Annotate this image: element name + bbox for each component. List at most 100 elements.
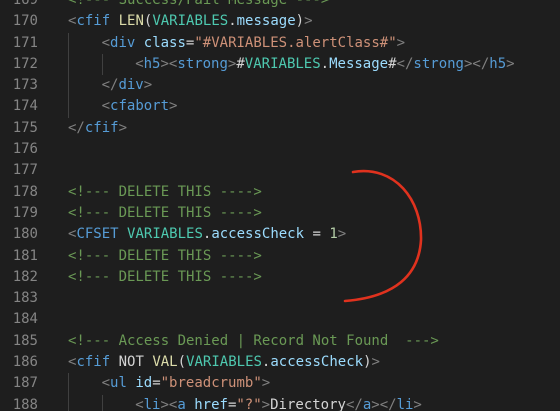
code-text[interactable]: <!--- Access Denied | Record Not Found -… xyxy=(68,331,439,352)
code-token: NOT xyxy=(118,354,144,371)
line-number: 184 xyxy=(12,311,38,328)
code-token: "#VARIABLES.alertClass#" xyxy=(194,34,397,51)
code-token: li xyxy=(396,396,414,411)
code-token: >< xyxy=(160,396,178,411)
line-number: 171 xyxy=(12,34,38,51)
indent-guide xyxy=(68,32,69,54)
code-token: message xyxy=(236,13,296,30)
code-token: </ xyxy=(101,77,119,94)
line-number: 177 xyxy=(12,162,38,179)
code-line[interactable]: 184 xyxy=(0,309,560,330)
code-token: = xyxy=(304,226,330,243)
code-line[interactable]: 171 <div class="#VARIABLES.alertClass#"> xyxy=(0,32,560,54)
code-token: ) xyxy=(363,354,372,371)
code-text[interactable]: <h5><strong>#VARIABLES.Message#</strong>… xyxy=(135,54,514,75)
code-token: > xyxy=(396,34,406,51)
code-text[interactable]: <!--- DELETE THIS ----> xyxy=(68,246,262,267)
code-line[interactable]: 182 <!--- DELETE THIS ----> xyxy=(0,267,560,288)
code-line[interactable]: 188 <li><a href="?">Directory</a></li> xyxy=(0,394,560,411)
code-token: . xyxy=(228,13,237,30)
line-number: 180 xyxy=(12,226,38,243)
code-token: Directory xyxy=(270,396,346,411)
code-line[interactable]: 183 xyxy=(0,288,560,309)
code-token: li xyxy=(143,396,161,411)
code-token: <!--- DELETE THIS ----> xyxy=(68,247,262,264)
code-text[interactable]: </cfif> xyxy=(68,118,127,139)
indent-guide xyxy=(68,75,69,97)
code-line[interactable]: 172 <h5><strong>#VARIABLES.Message#</stro… xyxy=(0,53,560,76)
code-line[interactable]: 169 <!--- Success/Fail Message ---> xyxy=(0,0,560,11)
line-number: 185 xyxy=(12,332,38,349)
line-number: 176 xyxy=(12,141,38,158)
code-line[interactable]: 176 xyxy=(0,139,560,160)
code-text[interactable]: <!--- Success/Fail Message ---> xyxy=(68,0,329,11)
code-text[interactable]: <CFSET VARIABLES.accessCheck = 1> xyxy=(68,224,346,245)
code-token: VARIABLES xyxy=(244,55,321,72)
code-line[interactable]: 181 <!--- DELETE THIS ----> xyxy=(0,246,560,267)
code-token: < xyxy=(135,55,144,72)
code-line[interactable]: 179 <!--- DELETE THIS ----> xyxy=(0,203,560,224)
code-token: >< xyxy=(160,55,178,72)
code-text[interactable]: <cfif LEN(VARIABLES.message)> xyxy=(68,11,313,32)
line-number: 173 xyxy=(12,77,38,94)
code-line[interactable]: 178 <!--- DELETE THIS ----> xyxy=(0,182,560,203)
code-token: strong xyxy=(413,55,464,72)
code-token: > xyxy=(304,13,313,30)
line-number: 179 xyxy=(12,204,38,221)
code-token: > xyxy=(118,119,128,136)
code-token: div xyxy=(118,77,144,94)
code-token: accessCheck xyxy=(211,226,305,243)
code-token: cfif xyxy=(84,119,119,136)
code-text[interactable]: <ul id="breadcrumb"> xyxy=(102,373,271,394)
code-text[interactable]: <!--- DELETE THIS ----> xyxy=(68,267,262,288)
code-lines[interactable]: 169 <!--- Success/Fail Message ---> 170 <cf… xyxy=(0,0,560,411)
code-token: CFSET xyxy=(76,226,119,243)
code-text[interactable]: <div class="#VARIABLES.alertClass#"> xyxy=(102,33,406,54)
code-token: <!--- Success/Fail Message ---> xyxy=(68,0,330,8)
code-line[interactable]: 177 xyxy=(0,160,560,181)
code-text[interactable]: <li><a href="?">Directory</a></li> xyxy=(135,395,422,411)
code-token: # xyxy=(236,55,245,72)
code-text[interactable]: <cfif NOT VAL(VARIABLES.accessCheck)> xyxy=(68,352,380,373)
code-line[interactable]: 174 <cfabort> xyxy=(0,96,560,118)
code-token: VARIABLES xyxy=(127,226,203,243)
code-line[interactable]: 180 <CFSET VARIABLES.accessCheck = 1> xyxy=(0,224,560,245)
code-token: < xyxy=(135,396,144,411)
code-token: < xyxy=(101,34,111,51)
code-token: <!--- DELETE THIS ----> xyxy=(68,268,262,285)
code-token: href xyxy=(194,396,228,411)
code-token: = xyxy=(152,375,161,392)
code-editor[interactable]: 169 <!--- Success/Fail Message ---> 170 <cf… xyxy=(0,0,560,411)
code-token: > xyxy=(261,396,271,411)
code-text[interactable]: <!--- DELETE THIS ----> xyxy=(68,182,262,203)
code-token: VARIABLES xyxy=(186,354,262,371)
line-number: 181 xyxy=(12,247,38,264)
code-token: <!--- DELETE THIS ----> xyxy=(68,204,262,221)
code-line[interactable]: 173 </div> xyxy=(0,75,560,97)
code-line[interactable]: 186 <cfif NOT VAL(VARIABLES.accessCheck)> xyxy=(0,352,560,373)
code-line[interactable]: 170 <cfif LEN(VARIABLES.message)> xyxy=(0,11,560,32)
code-token: div xyxy=(110,34,136,51)
indent-guide xyxy=(101,53,103,76)
code-token: . xyxy=(320,55,330,72)
code-line[interactable]: 185 <!--- Access Denied | Record Not Foun… xyxy=(0,331,560,352)
indent-guide xyxy=(68,96,69,118)
line-number: 178 xyxy=(12,183,38,200)
code-token: id xyxy=(135,375,153,392)
line-number: 174 xyxy=(12,98,38,115)
code-token: > xyxy=(143,77,153,94)
code-token: VAL xyxy=(152,354,178,371)
code-token: </ xyxy=(396,55,414,72)
code-token: LEN xyxy=(118,13,144,30)
code-token: h5 xyxy=(489,55,507,72)
code-text[interactable]: <cfabort> xyxy=(102,96,178,117)
code-line[interactable]: 175 </cfif> xyxy=(0,118,560,139)
code-text[interactable]: <!--- DELETE THIS ----> xyxy=(68,203,262,224)
code-line[interactable]: 187 <ul id="breadcrumb"> xyxy=(0,373,560,395)
code-token: 1 xyxy=(329,226,338,243)
code-text[interactable]: </div> xyxy=(102,75,153,96)
code-token: "breadcrumb" xyxy=(160,375,262,392)
code-token: a xyxy=(177,396,186,411)
code-token: ( xyxy=(177,354,187,371)
